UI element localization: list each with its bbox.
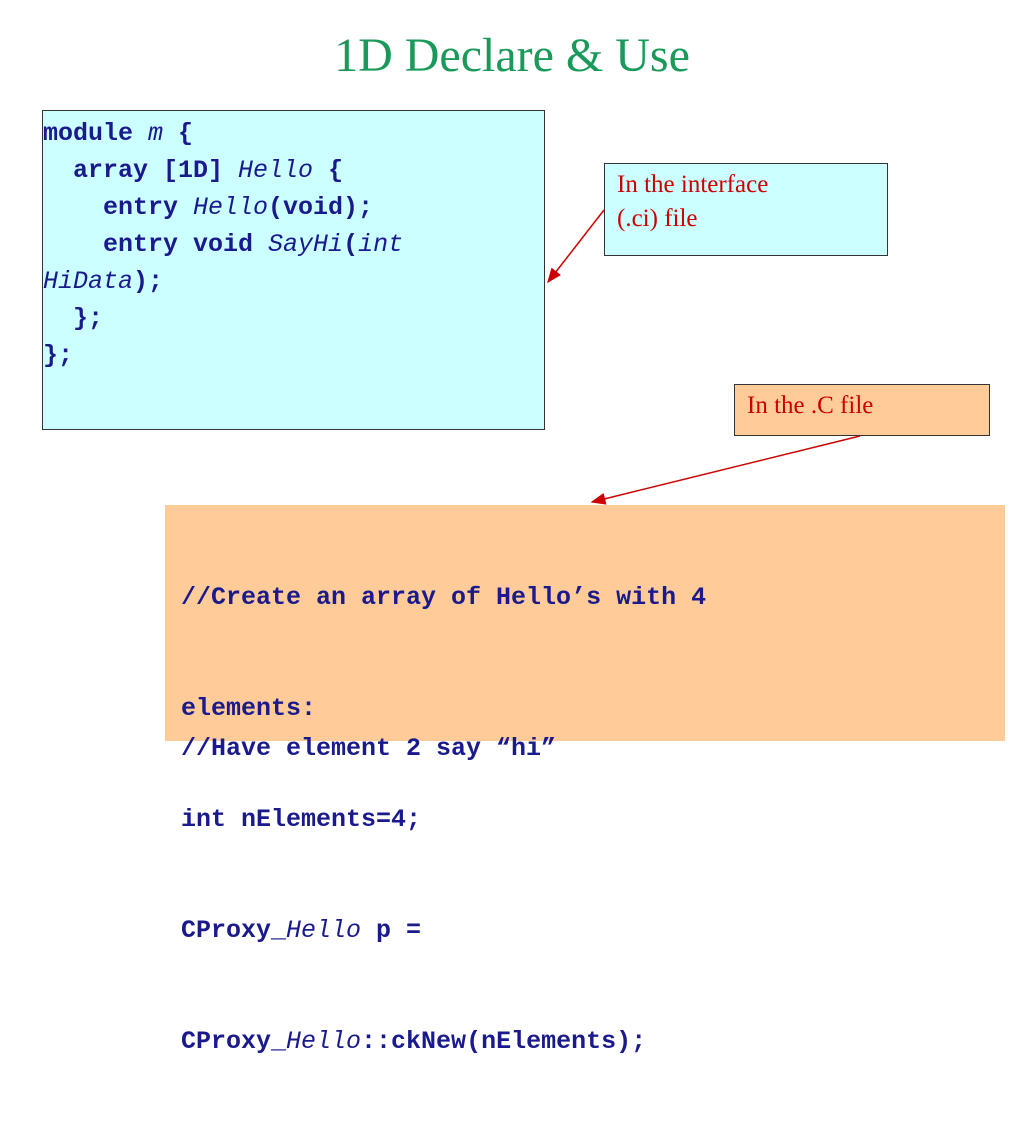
- code-line: CProxy_Hello::ckNew(nElements);: [181, 1027, 647, 1056]
- code-line: CProxy_Hello p =: [181, 916, 422, 945]
- callout-arrows: [547, 209, 861, 505]
- interface-arrow: [547, 209, 605, 284]
- c-file-arrow: [590, 435, 861, 505]
- code-line: int nElements=4;: [181, 805, 422, 834]
